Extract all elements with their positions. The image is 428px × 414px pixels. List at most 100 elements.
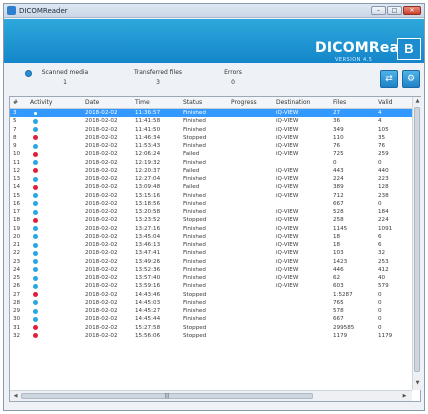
vertical-scrollbar[interactable]: ▲ ▼ xyxy=(412,97,421,390)
col-date-cell: 2018-02-02 xyxy=(85,209,118,215)
col-time-cell: 13:59:16 xyxy=(135,283,161,290)
col-status-cell: Finished xyxy=(183,192,206,199)
col-destination-cell: iQ-VIEW xyxy=(276,209,299,215)
col-number-cell: 24 xyxy=(13,266,21,273)
table-row[interactable]: 5 2018-02-02 11:41:58 Finished iQ-VIEW 36 4 xyxy=(10,117,412,125)
table-row[interactable]: 29 2018-02-02 14:45:27 Finished 578 0 xyxy=(10,307,412,315)
col-status-cell: Failed xyxy=(183,151,200,158)
col-destination-cell: iQ-VIEW xyxy=(276,266,299,273)
col-files-cell: 0 xyxy=(333,159,337,166)
col-activity-header[interactable]: Activity xyxy=(30,97,52,109)
brand-logo-text: DICOMRead xyxy=(315,40,410,56)
col-files-cell: 1:5287 xyxy=(333,291,353,298)
col-status-cell: Finished xyxy=(183,118,206,125)
table-row[interactable]: 7 2018-02-02 11:41:50 Finished iQ-VIEW 349 105 xyxy=(10,126,412,134)
col-time-header[interactable]: Time xyxy=(135,97,150,109)
table-row[interactable]: 9 2018-02-02 11:53:43 Finished iQ-VIEW 76 76 xyxy=(10,142,412,150)
maximize-button[interactable]: □ xyxy=(387,6,402,15)
col-number-cell: 31 xyxy=(13,324,21,331)
col-status-cell: Finished xyxy=(183,209,206,215)
col-number-header[interactable]: # xyxy=(13,97,18,109)
col-destination-header[interactable]: Destination xyxy=(276,97,310,109)
horizontal-scrollbar[interactable]: ◀ ||| ▶ xyxy=(10,390,412,401)
title-bar[interactable]: DICOMReader – □ ✕ xyxy=(4,4,424,18)
col-destination-cell: iQ-VIEW xyxy=(276,151,299,158)
table-row[interactable]: 12 2018-02-02 12:20:37 Failed iQ-VIEW 443 440 xyxy=(10,167,412,175)
col-progress-header[interactable]: Progress xyxy=(231,97,257,109)
col-time-cell: 13:09:48 xyxy=(135,184,161,191)
col-date-cell: 2018-02-02 xyxy=(85,233,118,240)
col-time-cell: 11:36:57 xyxy=(135,110,161,116)
table-row[interactable]: 27 2018-02-02 14:43:46 Stopped 1:5287 0 xyxy=(10,291,412,299)
vertical-scroll-thumb[interactable] xyxy=(414,107,420,372)
table-row[interactable]: 26 2018-02-02 13:59:16 Finished iQ-VIEW 603 57… xyxy=(10,282,412,290)
table-row[interactable]: 22 2018-02-02 13:47:41 Finished iQ-VIEW 103 32 xyxy=(10,249,412,257)
col-valid-cell: 579 xyxy=(378,283,389,290)
col-destination-cell: iQ-VIEW xyxy=(276,118,299,125)
col-files-cell: 725 xyxy=(333,151,344,158)
horizontal-scroll-thumb[interactable]: ||| xyxy=(21,393,313,399)
col-time-cell: 13:52:36 xyxy=(135,266,161,273)
col-valid-cell: 40 xyxy=(378,275,386,281)
col-date-cell: 2018-02-02 xyxy=(85,143,118,149)
table-row[interactable]: 3 2018-02-02 11:36:57 Finished iQ-VIEW 27 4 xyxy=(10,109,412,118)
scroll-up-arrow-icon[interactable]: ▲ xyxy=(413,98,422,104)
activity-ok-icon xyxy=(33,283,38,289)
table-row[interactable]: 28 2018-02-02 14:45:03 Finished 765 0 xyxy=(10,299,412,307)
minimize-button[interactable]: – xyxy=(371,6,386,15)
col-date-cell: 2018-02-02 xyxy=(85,184,118,191)
col-status-header[interactable]: Status xyxy=(183,97,202,109)
table-row[interactable]: 17 2018-02-02 13:20:58 Finished iQ-VIEW 528 18… xyxy=(10,208,412,216)
col-date-header[interactable]: Date xyxy=(85,97,99,109)
col-number-cell: 10 xyxy=(13,151,21,158)
col-files-header[interactable]: Files xyxy=(333,97,346,109)
table-row[interactable]: 23 2018-02-02 13:49:26 Finished iQ-VIEW 1423 2… xyxy=(10,258,412,266)
table-row[interactable]: 19 2018-02-02 13:27:16 Finished iQ-VIEW 1145 1… xyxy=(10,225,412,233)
col-number-cell: 28 xyxy=(13,299,21,306)
col-date-cell: 2018-02-02 xyxy=(85,291,118,298)
table-row[interactable]: 30 2018-02-02 14:45:44 Finished 667 0 xyxy=(10,315,412,323)
table-row[interactable]: 31 2018-02-02 15:27:58 Stopped 299585 0 xyxy=(10,324,412,332)
col-time-cell: 14:43:46 xyxy=(135,291,161,298)
activity-error-icon xyxy=(33,292,38,298)
table-row[interactable]: 21 2018-02-02 13:46:13 Finished iQ-VIEW 18 6 xyxy=(10,241,412,249)
col-status-cell: Stopped xyxy=(183,291,207,298)
col-time-cell: 11:46:34 xyxy=(135,134,161,141)
col-files-cell: 18 xyxy=(333,233,341,240)
col-valid-cell: 6 xyxy=(378,242,382,248)
table-row[interactable]: 25 2018-02-02 13:57:40 Finished iQ-VIEW 62 40 xyxy=(10,274,412,282)
table-row[interactable]: 11 2018-02-02 12:19:32 Finished 0 0 xyxy=(10,159,412,167)
scroll-right-arrow-icon[interactable]: ▶ xyxy=(400,393,409,399)
col-number-cell: 9 xyxy=(13,143,17,149)
col-number-cell: 32 xyxy=(13,332,21,339)
col-files-cell: 528 xyxy=(333,209,344,215)
table-row[interactable]: 13 2018-02-02 12:27:04 Finished iQ-VIEW 224 22… xyxy=(10,175,412,183)
col-files-cell: 36 xyxy=(333,118,341,125)
col-files-cell: 224 xyxy=(333,176,344,182)
table-row[interactable]: 14 2018-02-02 13:09:48 Failed iQ-VIEW 389 128 xyxy=(10,183,412,191)
scroll-left-arrow-icon[interactable]: ◀ xyxy=(11,393,20,399)
col-date-cell: 2018-02-02 xyxy=(85,242,118,248)
table-row[interactable]: 8 2018-02-02 11:46:34 Stopped iQ-VIEW 110 35 xyxy=(10,134,412,142)
col-valid-header[interactable]: Valid xyxy=(378,97,392,109)
activity-ok-icon xyxy=(33,234,38,240)
table-row[interactable]: 16 2018-02-02 13:18:56 Finished 667 0 xyxy=(10,200,412,208)
settings-button[interactable]: ⚙ xyxy=(402,70,420,88)
table-row[interactable]: 32 2018-02-02 15:56:06 Stopped 1179 1179 xyxy=(10,332,412,340)
scroll-down-arrow-icon[interactable]: ▼ xyxy=(413,380,422,386)
col-number-cell: 15 xyxy=(13,192,21,199)
col-number-cell: 30 xyxy=(13,316,21,323)
table-row[interactable]: 24 2018-02-02 13:52:36 Finished iQ-VIEW 446 41… xyxy=(10,266,412,274)
table-row[interactable]: 18 2018-02-02 13:23:52 Stopped iQ-VIEW 258 224 xyxy=(10,216,412,224)
table-row[interactable]: 10 2018-02-02 12:06:24 Failed iQ-VIEW 725 259 xyxy=(10,150,412,158)
table-row[interactable]: 20 2018-02-02 13:45:04 Finished iQ-VIEW 18 6 xyxy=(10,233,412,241)
status-summary: Scanned media 1 Transferred files 3 Erro… xyxy=(4,64,424,95)
col-number-cell: 19 xyxy=(13,225,21,232)
col-status-cell: Finished xyxy=(183,176,206,182)
col-time-cell: 11:53:43 xyxy=(135,143,161,149)
close-button[interactable]: ✕ xyxy=(403,6,421,15)
table-row[interactable]: 15 2018-02-02 13:15:16 Finished iQ-VIEW 712 23… xyxy=(10,192,412,200)
transfer-button[interactable]: ⇄ xyxy=(380,70,398,88)
col-time-cell: 12:27:04 xyxy=(135,176,161,182)
col-time-cell: 13:15:16 xyxy=(135,192,161,199)
